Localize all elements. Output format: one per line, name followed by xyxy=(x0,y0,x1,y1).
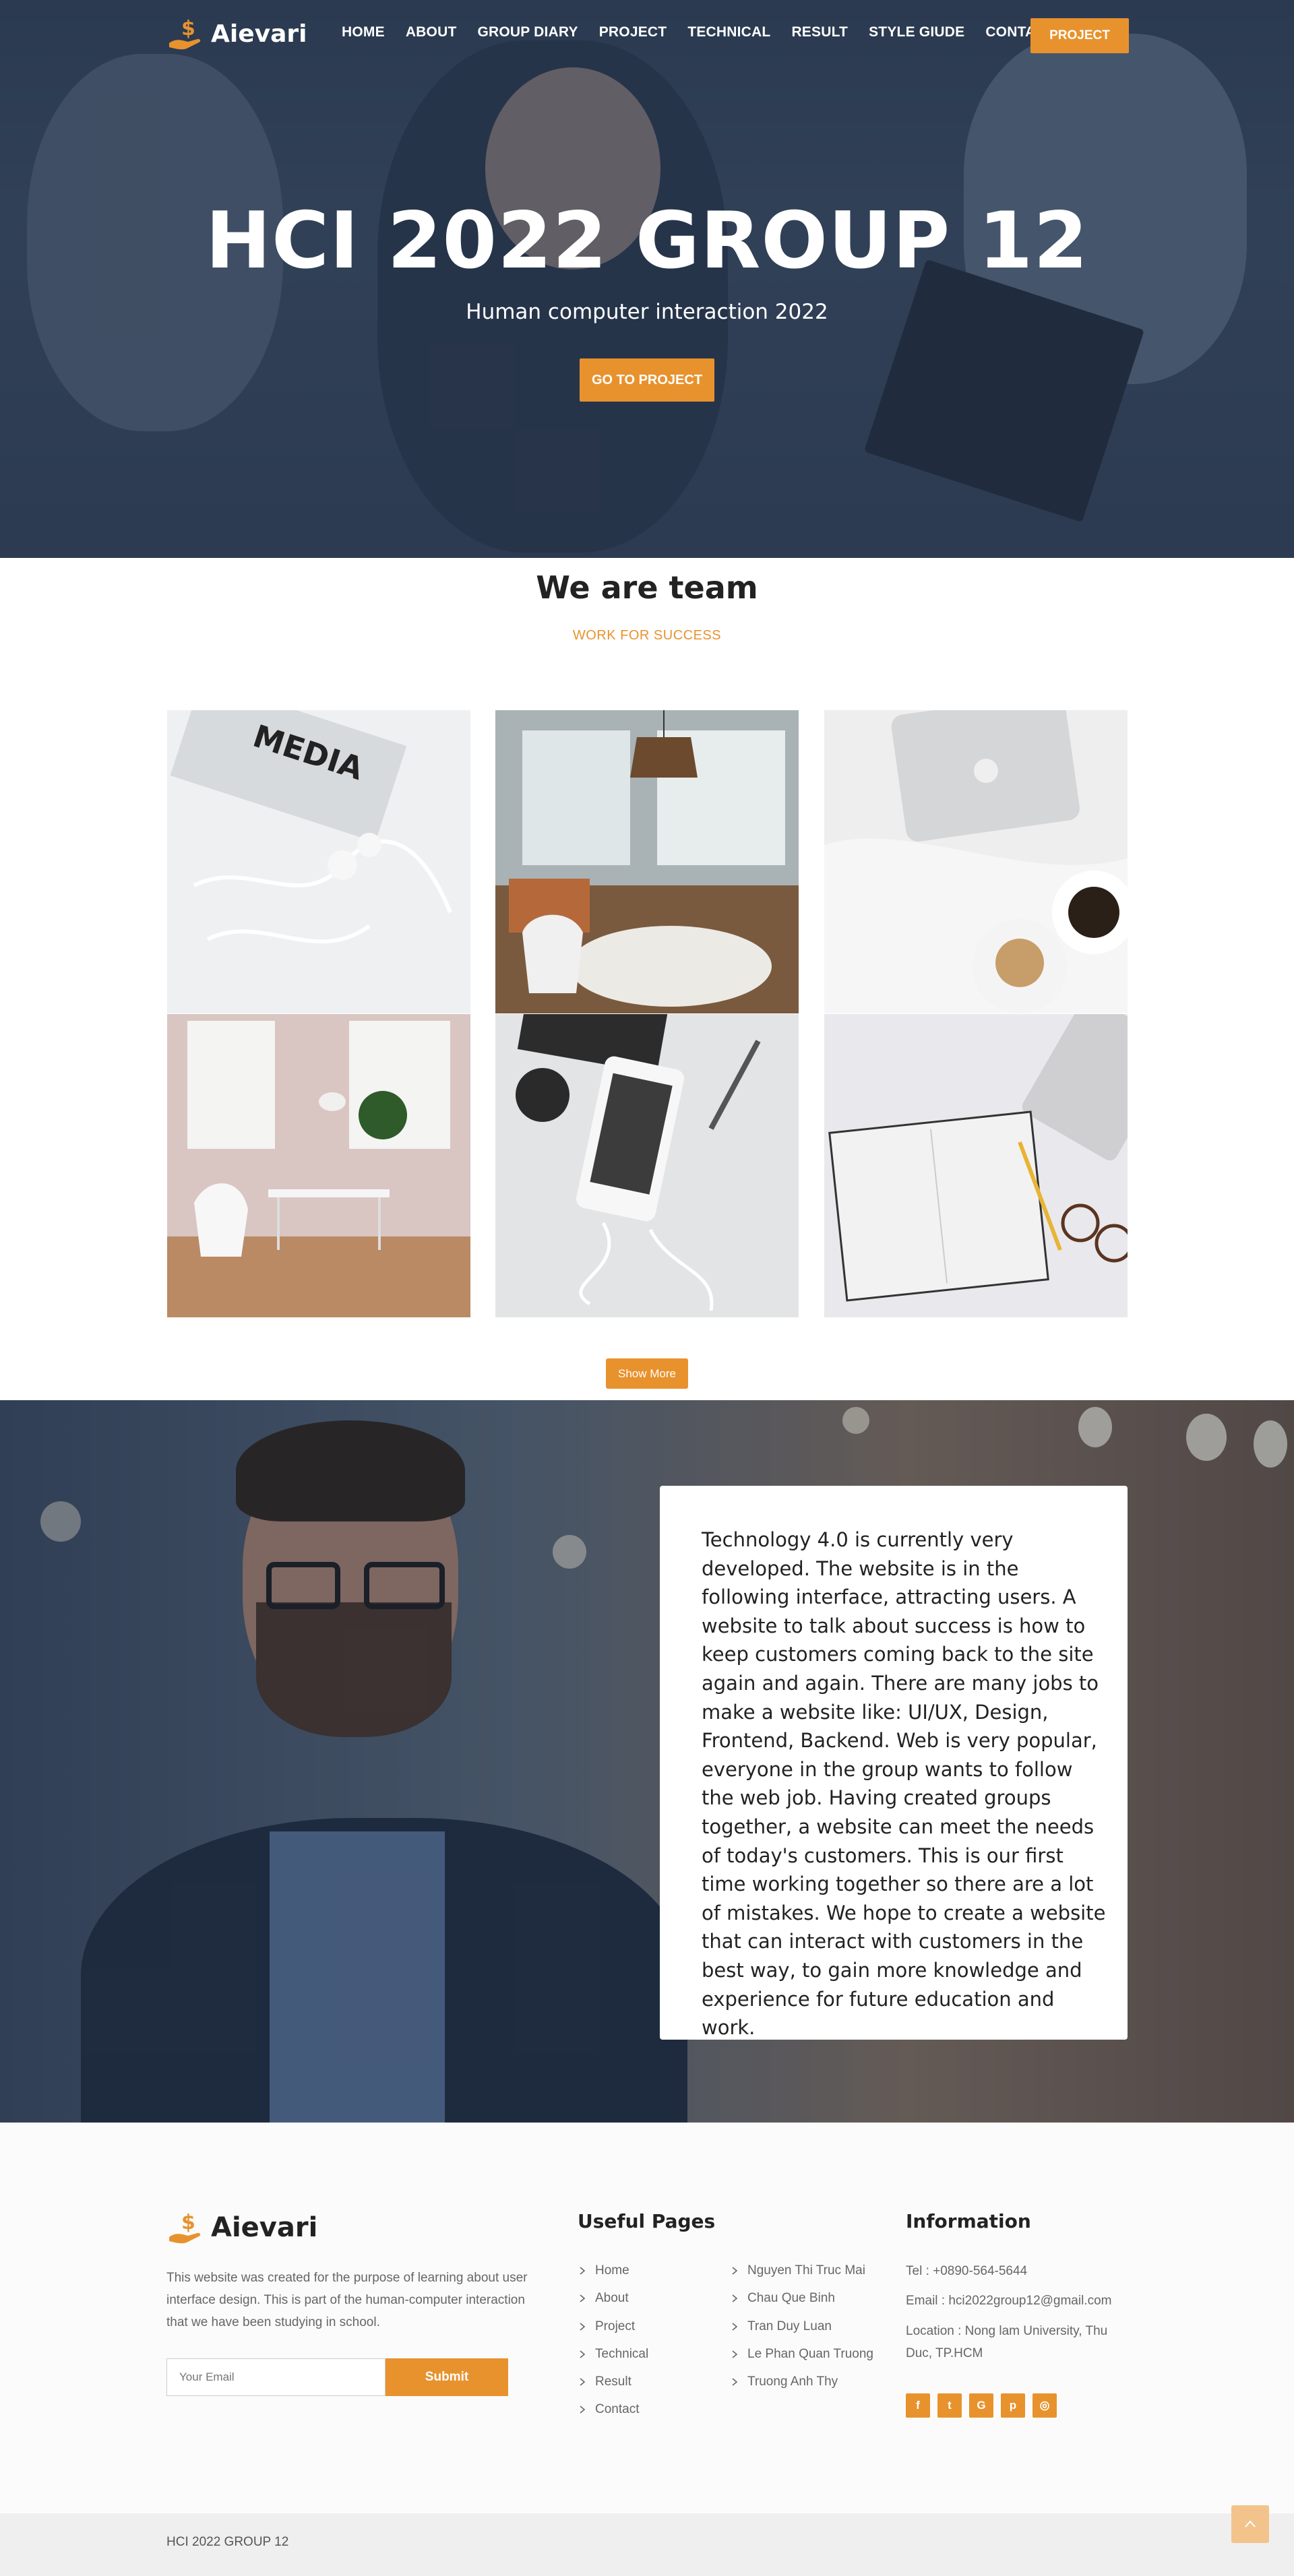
gallery-photo-notebook[interactable] xyxy=(824,1014,1128,1317)
chevron-right-icon xyxy=(580,2406,586,2414)
footer-logo[interactable]: $ Aievari xyxy=(166,2209,317,2247)
footer-member-link[interactable]: Truong Anh Thy xyxy=(730,2375,838,2389)
footer-location: Location : Nong lam University, Thu Duc,… xyxy=(906,2324,1108,2360)
chevron-right-icon xyxy=(732,2378,738,2386)
footer-member-label: Nguyen Thi Truc Mai xyxy=(747,2263,865,2277)
footer-description: This website was created for the purpose… xyxy=(166,2271,528,2329)
gallery-photo-earphones[interactable]: MEDIA xyxy=(167,710,470,1013)
instagram-icon[interactable]: ◎ xyxy=(1033,2393,1057,2418)
dollar-hand-icon: $ xyxy=(169,17,201,50)
footer-tel: Tel : +0890-564-5644 xyxy=(906,2264,1028,2278)
team-subtitle: WORK FOR SUCCESS xyxy=(572,628,722,643)
footer-link-label: Result xyxy=(595,2375,631,2389)
footer-member-label: Tran Duy Luan xyxy=(747,2319,832,2333)
information-heading: Information xyxy=(906,2210,1031,2232)
footer-link-label: About xyxy=(595,2291,629,2305)
useful-pages-heading: Useful Pages xyxy=(578,2210,716,2232)
nav-group-diary[interactable]: GROUP DIARY xyxy=(477,24,578,40)
chevron-right-icon xyxy=(580,2378,586,2386)
back-to-top-button[interactable] xyxy=(1231,2505,1269,2543)
footer-member-link[interactable]: Le Phan Quan Truong xyxy=(730,2347,873,2362)
chevron-right-icon xyxy=(580,2323,586,2331)
footer-email: Email : hci2022group12@gmail.com xyxy=(906,2294,1112,2308)
footer-link-project[interactable]: Project xyxy=(578,2319,635,2334)
nav-result[interactable]: RESULT xyxy=(791,24,848,40)
chevron-right-icon xyxy=(580,2267,586,2275)
gallery-photo-laptop-coffee[interactable] xyxy=(824,710,1128,1013)
brand-name: Aievari xyxy=(211,20,307,48)
nav-project[interactable]: PROJECT xyxy=(599,24,667,40)
chevron-right-icon xyxy=(732,2323,738,2331)
footer-member-label: Truong Anh Thy xyxy=(747,2375,838,2389)
footer-link-home[interactable]: Home xyxy=(578,2263,629,2278)
main-nav: HOME ABOUT GROUP DIARY PROJECT TECHNICAL… xyxy=(342,24,1076,40)
footer-member-link[interactable]: Tran Duy Luan xyxy=(730,2319,832,2334)
header-project-button[interactable]: PROJECT xyxy=(1030,18,1129,53)
footer-member-label: Le Phan Quan Truong xyxy=(747,2347,873,2361)
footer-link-label: Technical xyxy=(595,2347,649,2361)
dollar-hand-icon: $ xyxy=(169,2211,201,2244)
footer-link-label: Project xyxy=(595,2319,636,2333)
nav-about[interactable]: ABOUT xyxy=(406,24,457,40)
google-icon[interactable]: G xyxy=(969,2393,993,2418)
pinterest-icon[interactable]: p xyxy=(1001,2393,1025,2418)
hero-title: HCI 2022 GROUP 12 xyxy=(205,195,1089,286)
chevron-right-icon xyxy=(580,2350,586,2358)
nav-style-guide[interactable]: STYLE GIUDE xyxy=(869,24,964,40)
go-to-project-button[interactable]: GO TO PROJECT xyxy=(580,358,714,402)
footer-link-label: Home xyxy=(595,2263,629,2277)
gallery-photo-dining-room[interactable] xyxy=(167,1014,470,1317)
team-title: We are team xyxy=(536,569,758,606)
footer-member-label: Chau Que Binh xyxy=(747,2291,835,2305)
chevron-right-icon xyxy=(732,2294,738,2302)
footer-brand-name: Aievari xyxy=(211,2212,318,2243)
hero-subtitle: Human computer interaction 2022 xyxy=(466,300,828,324)
gallery-photo-phone[interactable] xyxy=(495,1014,799,1317)
header-logo[interactable]: $ Aievari xyxy=(166,15,307,53)
newsletter-submit-button[interactable]: Submit xyxy=(386,2358,508,2396)
footer-link-result[interactable]: Result xyxy=(578,2375,631,2389)
newsletter-email-input[interactable] xyxy=(166,2358,386,2396)
svg-text:$: $ xyxy=(181,17,195,40)
footer-link-about[interactable]: About xyxy=(578,2291,629,2306)
chevron-right-icon xyxy=(732,2267,738,2275)
show-more-button[interactable]: Show More xyxy=(606,1358,688,1389)
footer-link-label: Contact xyxy=(595,2402,640,2416)
chevron-right-icon xyxy=(580,2294,586,2302)
gallery-photo-office[interactable] xyxy=(495,710,799,1013)
about-text: Technology 4.0 is currently very develop… xyxy=(702,1528,1106,2040)
footer-link-technical[interactable]: Technical xyxy=(578,2347,648,2362)
chevron-right-icon xyxy=(732,2350,738,2358)
footer-member-link[interactable]: Chau Que Binh xyxy=(730,2291,835,2306)
footer-member-link[interactable]: Nguyen Thi Truc Mai xyxy=(730,2263,865,2278)
nav-technical[interactable]: TECHNICAL xyxy=(687,24,770,40)
copyright-text: HCI 2022 GROUP 12 xyxy=(166,2535,289,2549)
footer-link-contact[interactable]: Contact xyxy=(578,2402,639,2417)
chevron-up-icon xyxy=(1245,2520,1256,2527)
svg-text:$: $ xyxy=(181,2211,195,2234)
facebook-icon[interactable]: f xyxy=(906,2393,930,2418)
nav-home[interactable]: HOME xyxy=(342,24,385,40)
twitter-icon[interactable]: t xyxy=(937,2393,962,2418)
